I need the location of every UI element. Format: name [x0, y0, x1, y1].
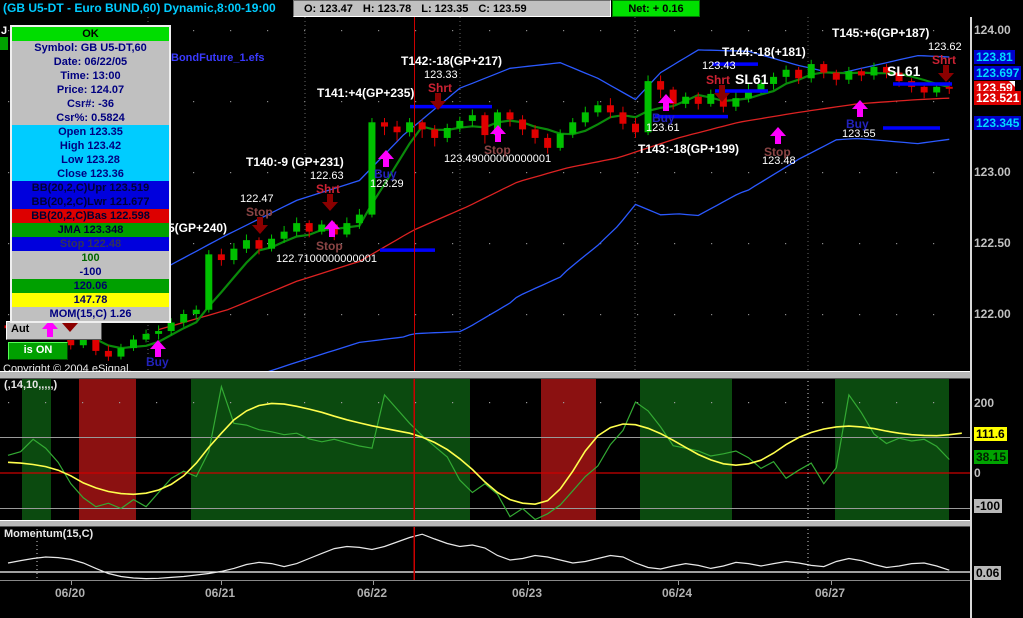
time-axis-label: 06/21: [205, 586, 236, 600]
stochastic-panel[interactable]: [0, 377, 970, 520]
data-window-row: Low 123.28: [12, 153, 169, 167]
data-window-row: Open 123.35: [12, 125, 169, 139]
crosshair-cursor-line: [414, 8, 415, 580]
time-axis-tick: [373, 581, 374, 585]
data-window-row: Symbol: GB U5-DT,60: [12, 41, 169, 55]
time-axis-label: 06/20: [55, 586, 86, 600]
stochastic-label: (,14,10,,,,,): [4, 379, 58, 391]
chart-title-bar: (GB U5-DT - Euro BUND,60) Dynamic,8:00-1…: [0, 0, 1023, 17]
data-window-row: 100: [12, 251, 169, 265]
toolbar-fragment: [0, 37, 8, 50]
data-window-row: Close 123.36: [12, 167, 169, 181]
ohlc-readout: O: 123.47 H: 123.78 L: 123.35 C: 123.59: [293, 0, 611, 17]
time-axis-tick: [71, 581, 72, 585]
is-on-toggle-button[interactable]: is ON: [8, 342, 68, 360]
data-window-row: 147.78: [12, 293, 169, 307]
auto-trade-button[interactable]: Aut: [6, 321, 102, 340]
axis-price-label: 124.00: [974, 23, 1011, 37]
data-window-row: Date: 06/22/05: [12, 55, 169, 69]
axis-price-label: 122.00: [974, 307, 1011, 321]
time-axis: 06/20 06/21 06/22 06/23 06/24 06/27: [0, 580, 970, 618]
data-window-row: BB(20,2,C)Upr 123.519: [12, 181, 169, 195]
axis-price-label: 123.697: [974, 66, 1022, 81]
time-axis-label: 06/23: [512, 586, 543, 600]
price-axis-pane[interactable]: 124.00 123.81 123.697 123.59 123.521 123.345 1…: [970, 17, 1023, 618]
time-axis-tick: [528, 581, 529, 585]
momentum-label: Momentum(15,C): [4, 528, 94, 540]
data-window-row: BB(20,2,C)Bas 122.598: [12, 209, 169, 223]
low-value: L: 123.35: [421, 2, 469, 15]
last-price-marker-icon: [1008, 81, 1015, 88]
chart-application-window: (GB U5-DT - Euro BUND,60) Dynamic,8:00-1…: [0, 0, 1023, 618]
data-window-row: High 123.42: [12, 139, 169, 153]
data-window-row: BB(20,2,C)Lwr 121.677: [12, 195, 169, 209]
strategy-script-label: BondFuture_1.efs: [171, 52, 265, 64]
axis-price-label: 38.15: [974, 450, 1009, 464]
data-window-row: -100: [12, 265, 169, 279]
data-window-row: Csr#: -36: [12, 97, 169, 111]
axis-price-label: 123.345: [974, 116, 1022, 130]
time-axis-label: 06/27: [815, 586, 846, 600]
panel-splitter[interactable]: [0, 520, 1023, 527]
data-window-row: MOM(15,C) 1.26: [12, 307, 169, 321]
axis-price-label: 122.50: [974, 236, 1011, 250]
high-value: H: 123.78: [362, 2, 412, 15]
net-change-badge: Net: + 0.16: [612, 0, 700, 17]
data-window-row: JMA 123.348: [12, 223, 169, 237]
close-value: C: 123.59: [478, 2, 527, 15]
panel-splitter[interactable]: [0, 371, 1023, 379]
axis-price-label: 111.6: [974, 427, 1007, 441]
symbol-title: (GB U5-DT - Euro BUND,60) Dynamic,8:00-1…: [3, 1, 276, 15]
time-axis-tick: [221, 581, 222, 585]
axis-price-label: 123.00: [974, 165, 1011, 179]
axis-price-label: -100: [974, 499, 1003, 513]
data-window-row: Stop 122.48: [12, 237, 169, 251]
axis-price-label: 0.06: [974, 566, 1002, 580]
data-window-row: Time: 13:00: [12, 69, 169, 83]
data-window-row: 120.06: [12, 279, 169, 293]
time-axis-tick: [831, 581, 832, 585]
data-window-row: Csr%: 0.5824: [12, 111, 169, 125]
axis-price-label: 0: [974, 466, 981, 480]
momentum-panel[interactable]: [0, 525, 970, 580]
data-window-row: Price: 124.07: [12, 83, 169, 97]
axis-price-label: 200: [974, 396, 995, 410]
data-window-panel[interactable]: OK Symbol: GB U5-DT,60 Date: 06/22/05 Time:…: [10, 25, 171, 323]
time-axis-tick: [678, 581, 679, 585]
time-axis-label: 06/22: [357, 586, 388, 600]
open-value: O: 123.47: [304, 2, 353, 15]
axis-price-label: 123.521: [974, 91, 1022, 106]
toolbar-fragment-text: J: [1, 25, 8, 37]
axis-price-label: 123.81: [974, 49, 1015, 64]
time-axis-label: 06/24: [662, 586, 693, 600]
data-window-row: OK: [12, 27, 169, 41]
